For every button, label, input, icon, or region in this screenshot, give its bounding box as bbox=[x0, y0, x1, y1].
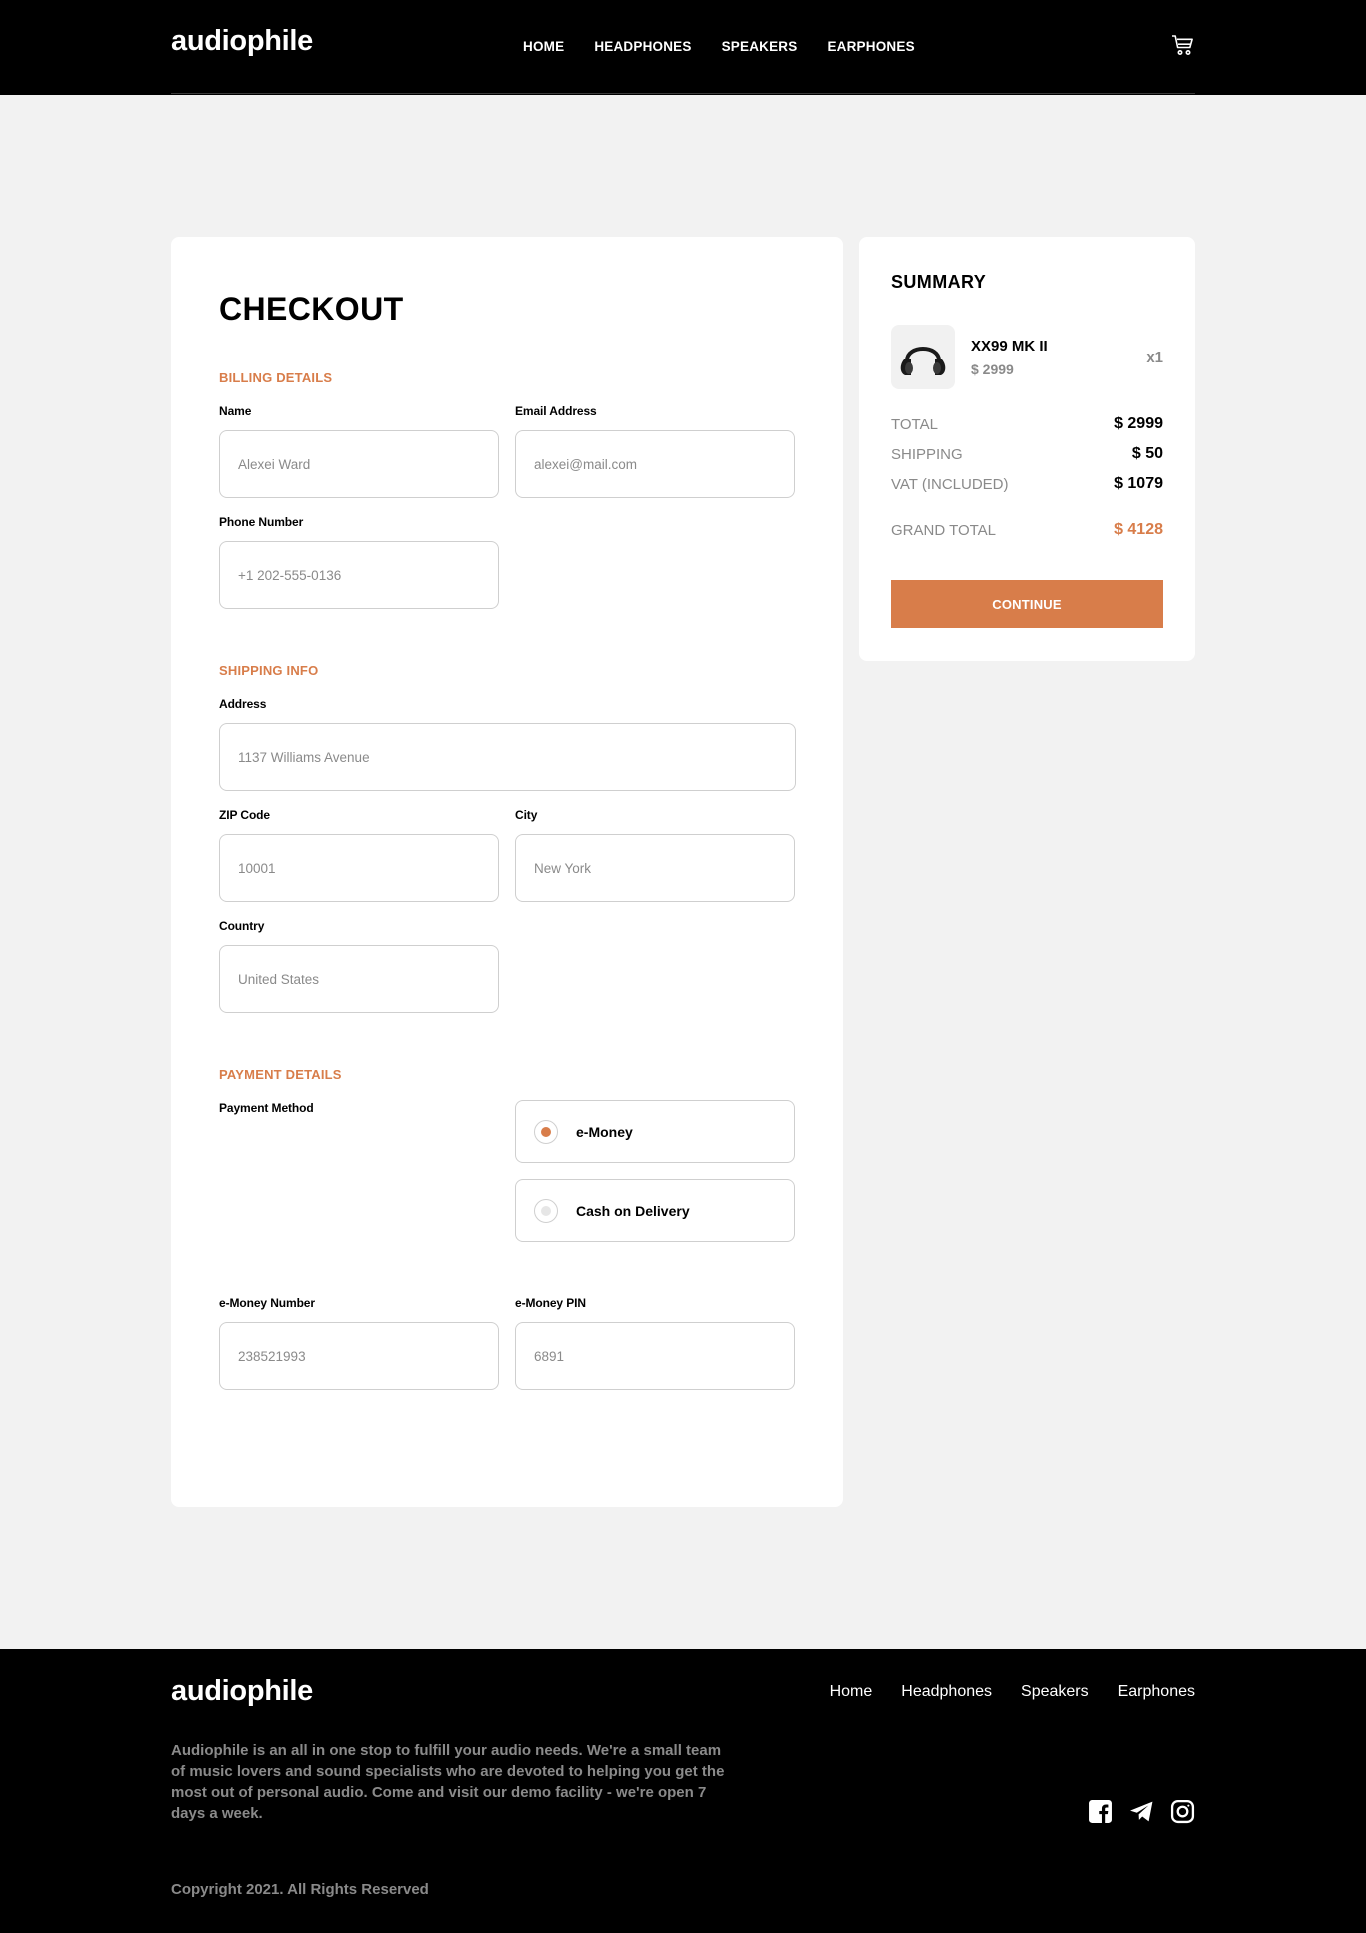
nav-speakers[interactable]: SPEAKERS bbox=[722, 39, 798, 54]
emoney-radio-button[interactable] bbox=[534, 1120, 558, 1144]
name-label: Name bbox=[219, 404, 252, 418]
name-input[interactable] bbox=[220, 431, 498, 497]
grand-total-value: $ 4128 bbox=[1114, 521, 1163, 538]
shipping-label: SHIPPING bbox=[891, 446, 963, 463]
nav-earphones[interactable]: EARPHONES bbox=[827, 39, 914, 54]
grand-total-label: GRAND TOTAL bbox=[891, 522, 997, 539]
telegram-icon[interactable] bbox=[1129, 1799, 1154, 1824]
phone-input[interactable] bbox=[220, 542, 498, 608]
header-logo[interactable]: audiophile bbox=[171, 25, 313, 58]
summary-item-name: XX99 MK II bbox=[971, 338, 1048, 355]
footer-nav-headphones[interactable]: Headphones bbox=[901, 1683, 992, 1701]
email-input[interactable] bbox=[516, 431, 794, 497]
zip-input[interactable] bbox=[220, 835, 498, 901]
summary-item-quantity: x1 bbox=[1146, 349, 1163, 366]
city-input[interactable] bbox=[516, 835, 794, 901]
vat-label: VAT (INCLUDED) bbox=[891, 476, 1009, 493]
footer-nav-home[interactable]: Home bbox=[830, 1683, 873, 1701]
cash-on-delivery-radio-button[interactable] bbox=[534, 1199, 558, 1223]
country-field-box bbox=[219, 945, 499, 1013]
nav-home[interactable]: HOME bbox=[523, 39, 564, 54]
social-links bbox=[1088, 1799, 1195, 1824]
email-field-box bbox=[515, 430, 795, 498]
footer-logo[interactable]: audiophile bbox=[171, 1675, 313, 1708]
zip-field-box bbox=[219, 834, 499, 902]
total-label: TOTAL bbox=[891, 416, 938, 433]
continue-button[interactable]: CONTINUE bbox=[891, 580, 1163, 628]
city-field-box bbox=[515, 834, 795, 902]
address-label: Address bbox=[219, 697, 267, 711]
emoney-radio-label: e-Money bbox=[576, 1124, 633, 1140]
total-value: $ 2999 bbox=[1114, 415, 1163, 432]
radio-selected-dot bbox=[541, 1127, 551, 1137]
page-title: CHECKOUT bbox=[219, 291, 404, 327]
emoney-pin-input[interactable] bbox=[516, 1323, 794, 1389]
emoney-pin-field-box bbox=[515, 1322, 795, 1390]
phone-label: Phone Number bbox=[219, 515, 304, 529]
radio-unselected-dot bbox=[541, 1206, 551, 1216]
emoney-number-input[interactable] bbox=[220, 1323, 498, 1389]
phone-field-box bbox=[219, 541, 499, 609]
facebook-icon[interactable] bbox=[1088, 1799, 1113, 1824]
checkout-form: CHECKOUT BILLING DETAILS Name Email Addr… bbox=[171, 237, 843, 1507]
name-field-box bbox=[219, 430, 499, 498]
vat-value: $ 1079 bbox=[1114, 475, 1163, 492]
city-label: City bbox=[515, 808, 538, 822]
order-summary: SUMMARY XX99 MK II $ 2999 x1 TOTAL $ 299… bbox=[859, 237, 1195, 661]
payment-section-title: PAYMENT DETAILS bbox=[219, 1067, 342, 1082]
summary-title: SUMMARY bbox=[891, 272, 987, 292]
emoney-number-label: e-Money Number bbox=[219, 1296, 315, 1310]
footer-nav-earphones[interactable]: Earphones bbox=[1118, 1683, 1195, 1701]
payment-method-label: Payment Method bbox=[219, 1101, 314, 1115]
nav-headphones[interactable]: HEADPHONES bbox=[594, 39, 691, 54]
footer-description: Audiophile is an all in one stop to fulf… bbox=[171, 1742, 725, 1822]
product-thumbnail bbox=[891, 325, 955, 389]
footer-nav: Home Headphones Speakers Earphones bbox=[801, 1683, 1195, 1701]
shipping-value: $ 50 bbox=[1131, 445, 1163, 462]
headphones-icon bbox=[900, 347, 946, 375]
footer-copyright: Copyright 2021. All Rights Reserved bbox=[171, 1881, 429, 1898]
emoney-radio-option[interactable]: e-Money bbox=[515, 1100, 795, 1163]
shipping-section-title: SHIPPING INFO bbox=[219, 663, 319, 678]
billing-section-title: BILLING DETAILS bbox=[219, 370, 333, 385]
header-inner: audiophile HOME HEADPHONES SPEAKERS EARP… bbox=[171, 0, 1195, 94]
emoney-number-field-box bbox=[219, 1322, 499, 1390]
site-header: audiophile HOME HEADPHONES SPEAKERS EARP… bbox=[0, 0, 1366, 95]
cash-on-delivery-radio-option[interactable]: Cash on Delivery bbox=[515, 1179, 795, 1242]
cash-on-delivery-radio-label: Cash on Delivery bbox=[576, 1203, 690, 1219]
address-input[interactable] bbox=[220, 724, 795, 790]
country-label: Country bbox=[219, 919, 265, 933]
cart-icon[interactable] bbox=[1171, 33, 1195, 57]
footer-nav-speakers[interactable]: Speakers bbox=[1021, 1683, 1089, 1701]
site-footer: audiophile Home Headphones Speakers Earp… bbox=[0, 1649, 1366, 1933]
zip-label: ZIP Code bbox=[219, 808, 270, 822]
main-nav: HOME HEADPHONES SPEAKERS EARPHONES bbox=[523, 39, 945, 54]
address-field-box bbox=[219, 723, 796, 791]
email-label: Email Address bbox=[515, 404, 597, 418]
emoney-pin-label: e-Money PIN bbox=[515, 1296, 586, 1310]
country-input[interactable] bbox=[220, 946, 498, 1012]
summary-item-price: $ 2999 bbox=[971, 361, 1014, 377]
instagram-icon[interactable] bbox=[1170, 1799, 1195, 1824]
